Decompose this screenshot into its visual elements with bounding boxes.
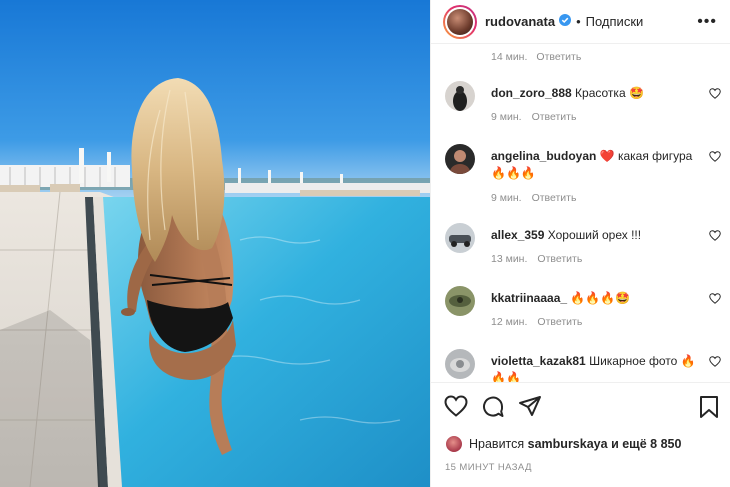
comment-body: Хороший орех !!! — [547, 228, 642, 242]
comment-meta: 13 мин. Ответить — [491, 253, 582, 265]
comment-like-heart-icon[interactable] — [709, 230, 721, 244]
reply-button[interactable]: Ответить — [532, 192, 577, 204]
post-photo — [0, 0, 430, 487]
comment-text: don_zoro_888 Красотка 🤩 — [491, 85, 699, 102]
post-side-panel: rudovanata • Подписки ••• 14 мин. Ответит… — [430, 0, 730, 487]
comment-time: 9 мин. — [491, 111, 522, 123]
comment-like-heart-icon[interactable] — [709, 356, 721, 370]
post-photo-art — [0, 0, 430, 487]
comment-meta: 14 мин. Ответить — [491, 51, 581, 63]
comment-meta: 9 мин. Ответить — [491, 192, 576, 204]
paper-plane-icon[interactable] — [518, 395, 542, 420]
verified-badge-icon — [559, 14, 572, 29]
commenter-avatar[interactable] — [445, 81, 475, 111]
comment-text: allex_359 Хороший орех !!! — [491, 227, 699, 244]
comment-text: violetta_kazak81 Шикарное фото 🔥🔥🔥 — [491, 353, 699, 382]
header-separator: • — [576, 14, 581, 29]
heart-outline-icon[interactable] — [444, 395, 468, 420]
comment-time: 14 мин. — [491, 51, 528, 63]
comment-like-heart-icon[interactable] — [709, 88, 721, 102]
comment-meta: 12 мин. Ответить — [491, 316, 582, 328]
commenter-username[interactable]: angelina_budoyan — [491, 149, 596, 163]
reply-button[interactable]: Ответить — [537, 253, 582, 265]
reply-button[interactable]: Ответить — [532, 111, 577, 123]
comment-time: 12 мин. — [491, 316, 528, 328]
following-button[interactable]: Подписки — [586, 14, 644, 29]
post-header: rudovanata • Подписки ••• — [431, 0, 730, 44]
comments-list: 14 мин. Ответить don_zoro_888 Красотка 🤩 … — [431, 44, 730, 382]
commenter-avatar[interactable] — [445, 349, 475, 379]
post-timestamp[interactable]: 15 МИНУТ НАЗАД — [445, 462, 532, 473]
commenter-username[interactable]: don_zoro_888 — [491, 86, 572, 100]
commenter-username[interactable]: allex_359 — [491, 228, 544, 242]
speech-bubble-icon[interactable] — [481, 395, 505, 422]
comment-time: 9 мин. — [491, 192, 522, 204]
comment-like-heart-icon[interactable] — [709, 151, 721, 165]
commenter-username[interactable]: violetta_kazak81 — [491, 354, 586, 368]
commenter-username[interactable]: kkatriinaaaa_ — [491, 291, 567, 305]
author-avatar[interactable] — [443, 4, 477, 39]
comment-time: 13 мин. — [491, 253, 528, 265]
comment-body: 🔥🔥🔥🤩 — [570, 291, 631, 305]
commenter-avatar[interactable] — [445, 144, 475, 174]
comment-meta: 9 мин. Ответить — [491, 111, 576, 123]
reply-button[interactable]: Ответить — [536, 51, 581, 63]
likes-prefix: Нравится — [469, 437, 525, 451]
commenter-avatar[interactable] — [445, 223, 475, 253]
reply-button[interactable]: Ответить — [537, 316, 582, 328]
liker-avatar[interactable] — [445, 435, 463, 453]
comment-text: angelina_budoyan ❤️ какая фигура 🔥🔥🔥 — [491, 148, 699, 182]
liker-username[interactable]: samburskaya — [528, 437, 608, 451]
likes-count[interactable]: и ещё 8 850 — [611, 437, 681, 451]
likes-summary: Нравится samburskaya и ещё 8 850 — [445, 435, 681, 453]
more-options-icon[interactable]: ••• — [697, 13, 717, 31]
comment-text: kkatriinaaaa_ 🔥🔥🔥🤩 — [491, 290, 699, 307]
post-action-bar — [431, 382, 730, 430]
comment-like-heart-icon[interactable] — [709, 293, 721, 307]
bookmark-icon[interactable] — [699, 395, 719, 422]
instagram-post-modal: rudovanata • Подписки ••• 14 мин. Ответит… — [0, 0, 730, 487]
comment-body: Красотка 🤩 — [575, 86, 644, 100]
commenter-avatar[interactable] — [445, 286, 475, 316]
author-username[interactable]: rudovanata — [485, 14, 555, 29]
